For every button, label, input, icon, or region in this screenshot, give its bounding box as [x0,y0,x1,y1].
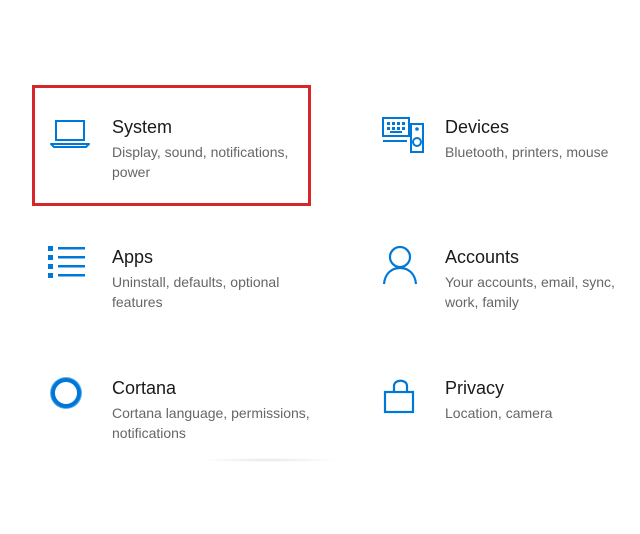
settings-tile-description: Bluetooth, printers, mouse [445,144,609,160]
settings-tile-system[interactable]: System Display, sound, notifications, po… [38,116,308,186]
settings-tile-description: Location, camera [445,405,553,421]
apps-list-icon [48,246,92,290]
settings-tile-title: Accounts [445,247,520,267]
settings-tile-title: System [112,117,173,137]
cortana-ring-icon [48,377,92,421]
settings-tile-description: Uninstall, defaults, optional features [112,274,280,310]
settings-tile-apps[interactable]: Apps Uninstall, defaults, optional featu… [38,246,308,316]
settings-tile-cortana[interactable]: Cortana Cortana language, permissions, n… [38,377,310,447]
keyboard-speaker-icon [381,116,425,160]
settings-tile-title: Devices [445,117,510,137]
settings-tile-privacy[interactable]: Privacy Location, camera [371,377,639,447]
settings-tile-description: Cortana language, permissions, notificat… [112,405,310,441]
settings-tile-title: Privacy [445,378,505,398]
settings-home: System Display, sound, notifications, po… [0,0,640,534]
settings-tile-description: Your accounts, email, sync, work, family [445,274,615,310]
person-icon [381,246,425,290]
settings-tile-devices[interactable]: Devices Bluetooth, printers, mouse [371,116,639,186]
laptop-icon [48,116,92,160]
settings-tile-title: Cortana [112,378,177,398]
faint-divider [200,458,340,462]
settings-tile-accounts[interactable]: Accounts Your accounts, email, sync, wor… [371,246,639,316]
settings-tile-description: Display, sound, notifications, power [112,144,289,180]
lock-icon [381,377,425,421]
settings-tile-title: Apps [112,247,154,267]
